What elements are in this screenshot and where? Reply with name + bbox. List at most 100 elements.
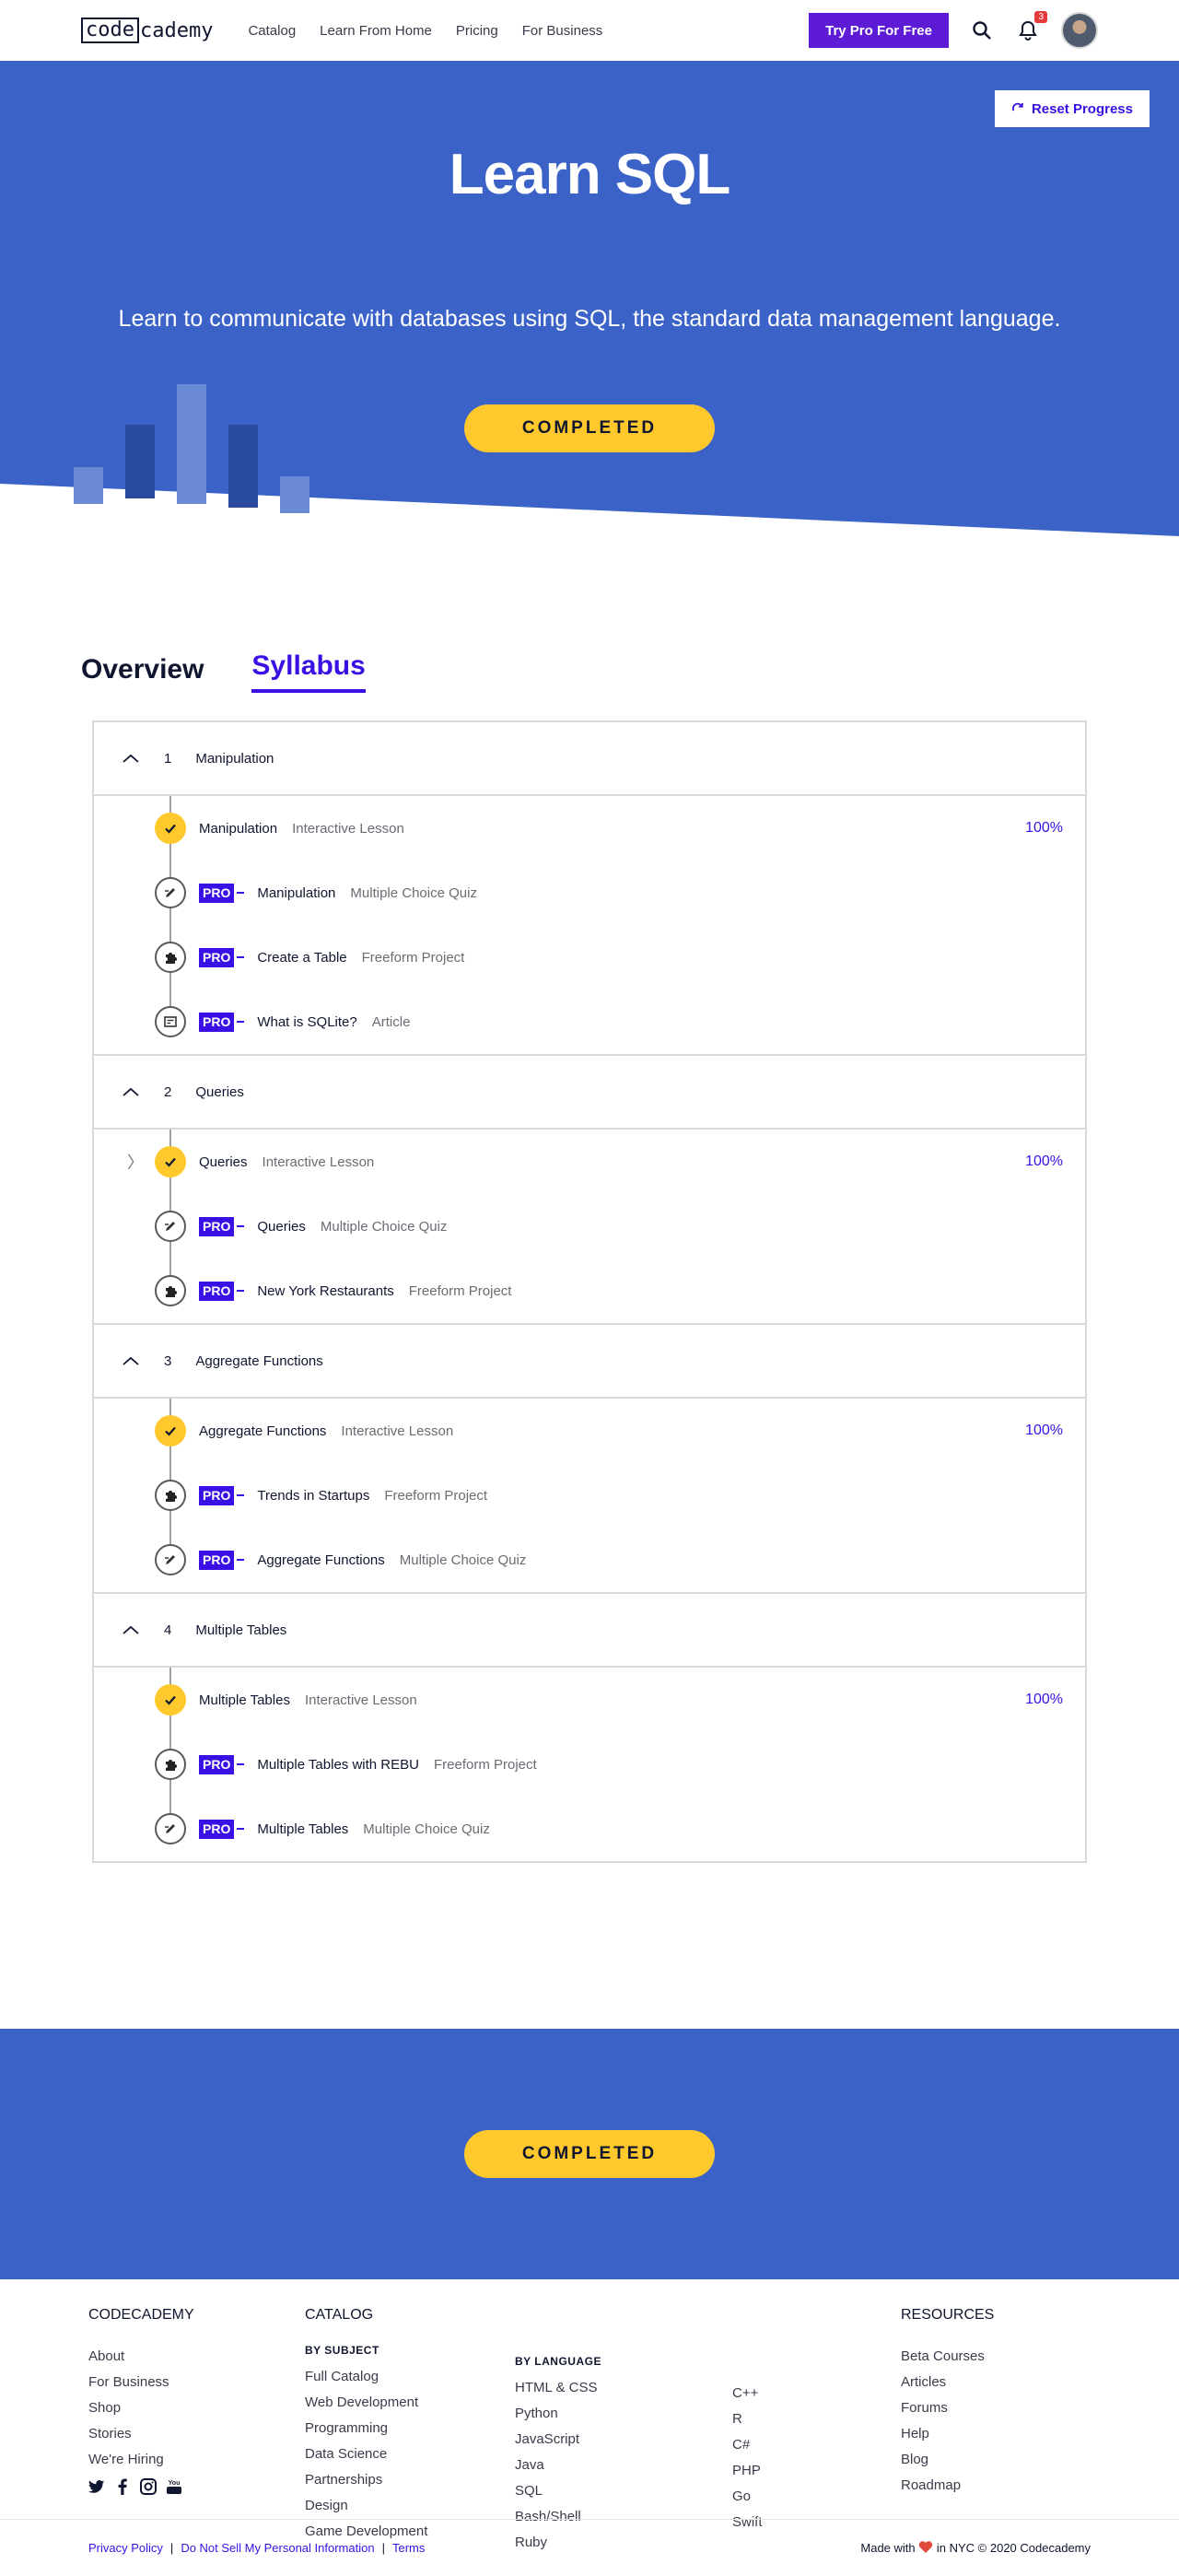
footer-subject-link[interactable]: Design	[305, 2493, 427, 2519]
syllabus-item[interactable]: PRO Manipulation Multiple Choice Quiz	[94, 861, 1085, 925]
syllabus-item[interactable]: Aggregate Functions Interactive Lesson 100…	[94, 1399, 1085, 1463]
syllabus-item[interactable]: PRO Multiple Tables with REBU Freeform Pro…	[94, 1732, 1085, 1797]
completed-button[interactable]: COMPLETED	[464, 404, 715, 452]
footer-language-link[interactable]: HTML & CSS	[515, 2375, 601, 2401]
do-not-sell-link[interactable]: Do Not Sell My Personal Information	[181, 2541, 374, 2555]
pro-badge: PRO	[199, 1281, 235, 1301]
footer-language-link[interactable]: JavaScript	[515, 2427, 601, 2453]
item-type: Interactive Lesson	[304, 1692, 417, 1708]
item-title[interactable]: Aggregate Functions	[199, 1423, 326, 1439]
footer-resource-link[interactable]: Forums	[901, 2395, 994, 2421]
footer-subheading: BY LANGUAGE	[515, 2355, 601, 2368]
syllabus-item[interactable]: 〉 Queries Interactive Lesson 100%	[94, 1130, 1085, 1194]
item-type: Multiple Choice Quiz	[399, 1551, 527, 1568]
chevron-up-icon[interactable]	[122, 1086, 140, 1097]
chevron-up-icon[interactable]	[122, 753, 140, 764]
syllabus-item[interactable]: PRO What is SQLite? Article	[94, 989, 1085, 1054]
item-title[interactable]: Manipulation	[257, 885, 335, 901]
item-title[interactable]: New York Restaurants	[257, 1283, 393, 1299]
item-title[interactable]: Manipulation	[199, 821, 277, 837]
instagram-icon[interactable]	[140, 2478, 157, 2495]
footer-link-stories[interactable]: Stories	[88, 2421, 194, 2447]
module-items: Manipulation Interactive Lesson 100% PRO Man…	[94, 796, 1085, 1054]
item-type: Freeform Project	[433, 1756, 537, 1773]
module-header[interactable]: 1 Manipulation	[94, 722, 1085, 796]
terms-link[interactable]: Terms	[392, 2541, 425, 2555]
codecademy-logo[interactable]: code cademy	[81, 18, 213, 43]
footer: CODECADEMY About For Business Shop Stori…	[0, 2279, 1179, 2576]
check-icon	[155, 1415, 186, 1446]
user-avatar[interactable]	[1061, 12, 1098, 49]
footer-language-link[interactable]: R	[732, 2406, 763, 2432]
twitter-icon[interactable]	[88, 2478, 105, 2495]
nav-link-for-business[interactable]: For Business	[522, 23, 603, 39]
footer-subject-link[interactable]: Partnerships	[305, 2467, 427, 2493]
module-header[interactable]: 4 Multiple Tables	[94, 1594, 1085, 1668]
footer-language-link[interactable]: C#	[732, 2432, 763, 2458]
footer-language-link[interactable]: Go	[732, 2484, 763, 2510]
item-type: Interactive Lesson	[262, 1153, 375, 1170]
quiz-icon	[155, 877, 186, 908]
pro-badge: PRO	[199, 1485, 235, 1505]
footer-subject-link[interactable]: Web Development	[305, 2390, 427, 2416]
module-number: 2	[164, 1083, 172, 1100]
footer-subject-link[interactable]: Data Science	[305, 2441, 427, 2467]
notification-bell-icon[interactable]: 3	[1015, 11, 1047, 43]
try-pro-button[interactable]: Try Pro For Free	[809, 13, 949, 48]
chevron-up-icon[interactable]	[122, 1624, 140, 1635]
syllabus-module: 2 Queries 〉 Queries Interactive Lesson 100% PR…	[94, 1056, 1085, 1325]
nav-link-catalog[interactable]: Catalog	[248, 23, 296, 39]
footer-link-about[interactable]: About	[88, 2344, 194, 2370]
nav-link-learn-from-home[interactable]: Learn From Home	[320, 23, 432, 39]
syllabus-item[interactable]: PRO New York Restaurants Freeform Project	[94, 1259, 1085, 1323]
item-title[interactable]: Aggregate Functions	[257, 1552, 384, 1568]
footer-subject-link[interactable]: Full Catalog	[305, 2364, 427, 2390]
item-title[interactable]: Create a Table	[257, 950, 346, 966]
syllabus-item[interactable]: PRO Multiple Tables Multiple Choice Quiz	[94, 1797, 1085, 1861]
footer-language-link[interactable]: PHP	[732, 2458, 763, 2484]
nav-link-pricing[interactable]: Pricing	[456, 23, 498, 39]
module-header[interactable]: 2 Queries	[94, 1056, 1085, 1130]
item-title[interactable]: Multiple Tables with REBU	[257, 1757, 419, 1773]
facebook-icon[interactable]	[114, 2478, 131, 2495]
module-header[interactable]: 3 Aggregate Functions	[94, 1325, 1085, 1399]
reset-progress-button[interactable]: Reset Progress	[994, 90, 1150, 127]
footer-resource-link[interactable]: Help	[901, 2421, 994, 2447]
pro-badge: PRO	[199, 1754, 235, 1774]
footer-resource-link[interactable]: Articles	[901, 2370, 994, 2395]
syllabus-item[interactable]: PRO Queries Multiple Choice Quiz	[94, 1194, 1085, 1259]
hero-banner: Reset Progress Learn SQL Learn to commun…	[0, 61, 1179, 536]
tab-syllabus[interactable]: Syllabus	[251, 650, 366, 693]
bottom-completed-button[interactable]: COMPLETED	[464, 2130, 715, 2178]
footer-link-for-business[interactable]: For Business	[88, 2370, 194, 2395]
footer-language-link[interactable]: SQL	[515, 2478, 601, 2504]
syllabus-item[interactable]: PRO Create a Table Freeform Project	[94, 925, 1085, 989]
footer-language-link[interactable]: Python	[515, 2401, 601, 2427]
tab-overview[interactable]: Overview	[81, 654, 204, 693]
item-title[interactable]: Multiple Tables	[199, 1692, 290, 1708]
syllabus-item[interactable]: Multiple Tables Interactive Lesson 100%	[94, 1668, 1085, 1732]
refresh-icon	[1011, 102, 1023, 111]
syllabus-item[interactable]: PRO Trends in Startups Freeform Project	[94, 1463, 1085, 1528]
footer-language-link[interactable]: Java	[515, 2453, 601, 2478]
chevron-up-icon[interactable]	[122, 1355, 140, 1366]
item-type: Interactive Lesson	[292, 820, 404, 837]
footer-resource-link[interactable]: Blog	[901, 2447, 994, 2473]
footer-subject-link[interactable]: Programming	[305, 2416, 427, 2441]
privacy-policy-link[interactable]: Privacy Policy	[88, 2541, 163, 2555]
syllabus-item[interactable]: PRO Aggregate Functions Multiple Choice Qu…	[94, 1528, 1085, 1592]
footer-resource-link[interactable]: Beta Courses	[901, 2344, 994, 2370]
item-title[interactable]: What is SQLite?	[257, 1014, 356, 1030]
syllabus-item[interactable]: Manipulation Interactive Lesson 100%	[94, 796, 1085, 861]
footer-resource-link[interactable]: Roadmap	[901, 2473, 994, 2499]
youtube-icon[interactable]: You	[166, 2478, 182, 2495]
hero-background	[0, 61, 1179, 536]
item-title[interactable]: Multiple Tables	[257, 1821, 348, 1837]
item-title[interactable]: Queries	[199, 1154, 248, 1170]
footer-link-hiring[interactable]: We're Hiring	[88, 2447, 194, 2473]
search-icon[interactable]	[969, 18, 995, 43]
item-title[interactable]: Queries	[257, 1219, 306, 1235]
footer-language-link[interactable]: C++	[732, 2381, 763, 2406]
footer-link-shop[interactable]: Shop	[88, 2395, 194, 2421]
item-title[interactable]: Trends in Startups	[257, 1488, 369, 1504]
